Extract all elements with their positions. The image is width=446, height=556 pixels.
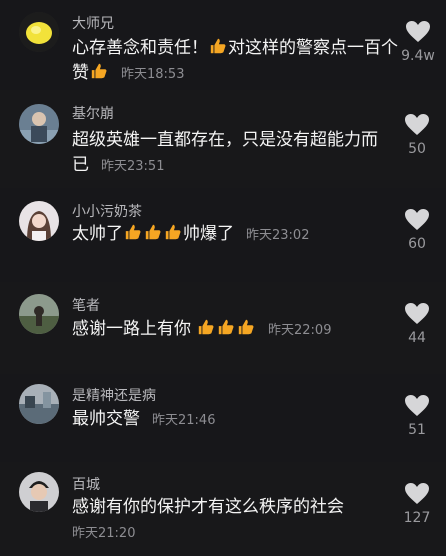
like-count: 51 (408, 422, 426, 438)
thumbs-up-emoji-icon (165, 224, 181, 240)
comment-text: 超级英雄一直都存在，只是没有超能力而已 昨天23:51 (72, 128, 392, 179)
heart-icon (405, 114, 429, 135)
comment-item: 是精神还是病 最帅交警 昨天21:46 51 (0, 374, 446, 462)
comment-username[interactable]: 是精神还是病 (72, 385, 156, 405)
comment-text: 最帅交警 昨天21:46 (72, 407, 402, 433)
like-count: 44 (408, 330, 426, 346)
comment-text-part: 帅爆了 (183, 224, 234, 244)
comment-text-part: 心存善念和责任！ (72, 38, 208, 58)
comment-item: 大师兄 心存善念和责任！ 对这样的警察点一百个赞 昨天18:53 9.4w (0, 0, 446, 90)
like-button[interactable]: 60 (402, 208, 432, 252)
like-button[interactable]: 44 (402, 302, 432, 346)
comment-username[interactable]: 笔者 (72, 295, 100, 315)
comment-username[interactable]: 基尔崩 (72, 103, 114, 123)
like-count: 60 (408, 236, 426, 252)
comment-text: 感谢有你的保护才有这么秩序的社会昨天21:20 (72, 495, 392, 546)
thumbs-up-emoji-icon (91, 63, 107, 79)
comment-time: 昨天18:53 (121, 67, 185, 82)
like-button[interactable]: 51 (402, 394, 432, 438)
heart-icon (405, 483, 429, 504)
comment-time: 昨天23:51 (101, 159, 165, 174)
comment-text-part: 感谢有你的保护才有这么秩序的社会 (72, 497, 344, 517)
thumbs-up-emoji-icon (145, 224, 161, 240)
thumbs-up-emoji-icon (218, 319, 234, 335)
girl-avatar[interactable] (19, 201, 59, 241)
comment-username[interactable]: 百城 (72, 474, 100, 494)
comment-text-part: 最帅交警 (72, 409, 140, 429)
like-count: 127 (403, 510, 431, 526)
comment-username[interactable]: 大师兄 (72, 13, 114, 33)
comment-username[interactable]: 小小污奶茶 (72, 201, 142, 221)
like-button[interactable]: 127 (402, 482, 432, 526)
thumbs-up-emoji-icon (210, 38, 226, 54)
heart-icon (405, 303, 429, 324)
heart-icon (406, 21, 430, 42)
comment-text: 感谢一路上有你 昨天22:09 (72, 317, 402, 343)
comment-text-part: 太帅了 (72, 224, 123, 244)
comment-time: 昨天21:46 (152, 413, 216, 428)
comment-time: 昨天23:02 (246, 228, 310, 243)
comment-time: 昨天21:20 (72, 526, 136, 541)
like-count: 9.4w (401, 48, 435, 64)
thumbs-up-emoji-icon (125, 224, 141, 240)
landscape-avatar[interactable] (19, 294, 59, 334)
heart-icon (405, 209, 429, 230)
comment-list: 大师兄 心存善念和责任！ 对这样的警察点一百个赞 昨天18:53 9.4w 基尔崩 … (0, 0, 446, 556)
scene-avatar[interactable] (19, 384, 59, 424)
comment-time: 昨天22:09 (268, 323, 332, 338)
heart-icon (405, 395, 429, 416)
thumbs-up-emoji-icon (238, 319, 254, 335)
comment-item: 基尔崩 超级英雄一直都存在，只是没有超能力而已 昨天23:51 50 (0, 90, 446, 188)
comment-item: 百城 感谢有你的保护才有这么秩序的社会昨天21:20 127 (0, 462, 446, 556)
like-count: 50 (408, 141, 426, 157)
like-button[interactable]: 9.4w (398, 20, 438, 64)
lemon-avatar[interactable] (19, 12, 59, 52)
comment-item: 笔者 感谢一路上有你 昨天22:09 44 (0, 282, 446, 374)
comment-text: 太帅了 帅爆了 昨天23:02 (72, 222, 402, 248)
comment-item: 小小污奶茶 太帅了 帅爆了 昨天23:02 60 (0, 188, 446, 282)
comment-text-part: 感谢一路上有你 (72, 319, 191, 339)
like-button[interactable]: 50 (402, 113, 432, 157)
person-avatar[interactable] (19, 104, 59, 144)
thumbs-up-emoji-icon (198, 319, 214, 335)
man-avatar[interactable] (19, 472, 59, 512)
comment-text: 心存善念和责任！ 对这样的警察点一百个赞 昨天18:53 (72, 36, 402, 87)
